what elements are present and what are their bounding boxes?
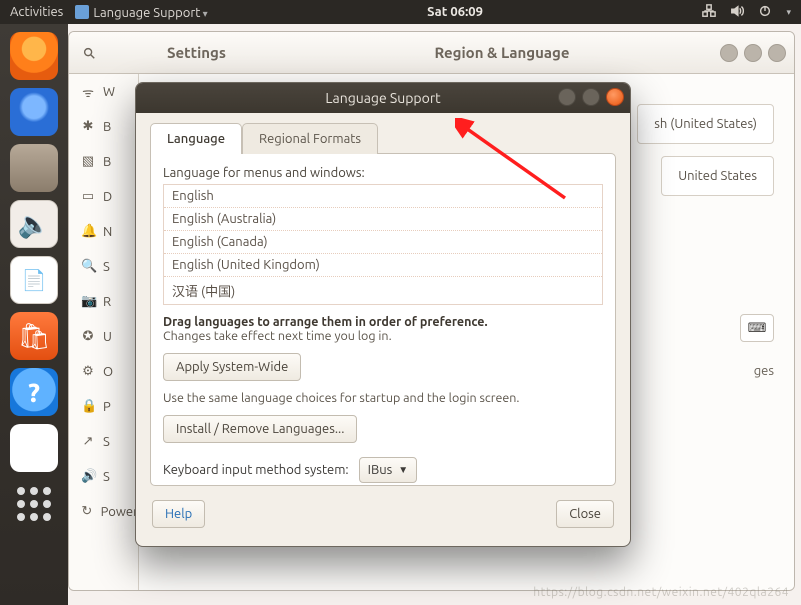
watermark: https://blog.csdn.net/weixin.net/402qla2…	[533, 586, 789, 599]
dialog-minimize-button[interactable]	[558, 88, 576, 106]
dialog-close-button[interactable]	[606, 88, 624, 106]
sharing-icon: ↗	[81, 434, 95, 449]
chevron-down-icon: ▼	[398, 464, 408, 476]
sidebar-item[interactable]: ▧B	[69, 144, 138, 179]
language-support-dialog: Language Support Language Regional Forma…	[135, 82, 631, 547]
dock-help[interactable]: ?	[10, 368, 58, 416]
region-icon: 📷	[81, 294, 95, 309]
privacy-icon: 🔒	[81, 399, 95, 414]
tab-language-panel: Language for menus and windows: English …	[150, 153, 616, 486]
language-item[interactable]: English (Australia)	[164, 208, 602, 231]
dock-amazon[interactable]: a	[10, 424, 58, 472]
sidebar-item[interactable]: 🔔N	[69, 214, 138, 249]
language-row[interactable]: sh (United States)	[637, 104, 774, 144]
keyboard-icon: ⌨	[748, 321, 767, 336]
gnome-topbar: Activities Language Support Sat 06:09 ▾	[0, 0, 801, 24]
dialog-title: Language Support	[325, 90, 440, 106]
sidebar-item[interactable]: ⚙O	[69, 354, 138, 389]
sidebar-item[interactable]: 🔊S	[69, 459, 138, 494]
dock-thunderbird[interactable]	[10, 88, 58, 136]
settings-panel-title: Region & Language	[284, 44, 720, 61]
settings-maximize-button[interactable]	[744, 44, 762, 62]
sidebar-item[interactable]: ᯤW	[69, 74, 138, 109]
dialog-titlebar[interactable]: Language Support	[136, 83, 630, 113]
clock[interactable]: Sat 06:09	[208, 5, 703, 19]
kims-label: Keyboard input method system:	[163, 463, 349, 477]
drag-hint: Drag languages to arrange them in order …	[163, 315, 603, 343]
formats-row[interactable]: United States	[661, 156, 774, 196]
kims-select[interactable]: IBus ▼	[359, 457, 418, 483]
notifications-icon: 🔔	[81, 224, 95, 239]
activities-button[interactable]: Activities	[10, 5, 63, 19]
dock-files[interactable]	[10, 144, 58, 192]
dock-show-apps[interactable]	[10, 480, 58, 528]
sidebar-item[interactable]: ✪U	[69, 319, 138, 354]
dock-libreoffice[interactable]: 📄	[10, 256, 58, 304]
settings-minimize-button[interactable]	[720, 44, 738, 62]
tab-regional-formats[interactable]: Regional Formats	[242, 123, 378, 154]
sidebar-item[interactable]: ↗S	[69, 424, 138, 459]
wifi-icon: ᯤ	[81, 83, 95, 101]
settings-close-button[interactable]	[768, 44, 786, 62]
sidebar-item[interactable]: ↻Power	[69, 494, 138, 529]
app-menu[interactable]: Language Support	[75, 5, 207, 20]
search-icon: 🔍	[81, 259, 95, 274]
background-icon: ▧	[81, 154, 95, 169]
sidebar-item[interactable]: 📷R	[69, 284, 138, 319]
settings-search-button[interactable]	[69, 46, 109, 60]
power-cat-icon: ↻	[81, 504, 93, 519]
settings-title: Settings	[109, 44, 284, 61]
help-button[interactable]: Help	[152, 500, 205, 528]
sidebar-item[interactable]: 🔍S	[69, 249, 138, 284]
dock-icon: ▭	[81, 189, 95, 204]
language-item[interactable]: English (United Kingdom)	[164, 254, 602, 277]
dock-software[interactable]: 🛍	[10, 312, 58, 360]
sound-icon: 🔊	[81, 469, 95, 484]
menus-windows-label: Language for menus and windows:	[163, 166, 603, 180]
dialog-tabs: Language Regional Formats	[150, 123, 616, 154]
apply-hint: Use the same language choices for startu…	[163, 391, 519, 405]
volume-icon[interactable]	[730, 4, 744, 21]
network-icon[interactable]	[702, 4, 716, 21]
manage-languages-partial[interactable]: ges	[754, 364, 774, 378]
tab-language[interactable]: Language	[150, 123, 242, 154]
online-icon: ⚙	[81, 364, 95, 379]
sidebar-item[interactable]: ✱B	[69, 109, 138, 144]
close-button[interactable]: Close	[556, 500, 614, 528]
launcher-dock: 🔈 📄 🛍 ? a	[0, 24, 68, 605]
sidebar-item[interactable]: 🔒P	[69, 389, 138, 424]
power-icon[interactable]	[758, 4, 772, 21]
keyboard-osd-button[interactable]: ⌨	[740, 314, 774, 342]
apply-system-wide-button[interactable]: Apply System-Wide	[163, 353, 301, 381]
language-list[interactable]: English English (Australia) English (Can…	[163, 184, 603, 305]
language-item[interactable]: English (Canada)	[164, 231, 602, 254]
sidebar-item[interactable]: ▭D	[69, 179, 138, 214]
language-item[interactable]: 汉语 (中国)	[164, 277, 602, 304]
dock-firefox[interactable]	[10, 32, 58, 80]
dock-rhythmbox[interactable]: 🔈	[10, 200, 58, 248]
bluetooth-icon: ✱	[81, 119, 95, 134]
settings-sidebar: ᯤW ✱B ▧B ▭D 🔔N 🔍S 📷R ✪U ⚙O 🔒P ↗S 🔊S ↻Pow…	[69, 74, 139, 590]
system-chevron-icon: ▾	[786, 7, 791, 18]
app-menu-icon	[75, 5, 89, 19]
install-remove-languages-button[interactable]: Install / Remove Languages...	[163, 415, 357, 443]
language-item[interactable]: English	[164, 185, 602, 208]
dialog-maximize-button[interactable]	[582, 88, 600, 106]
settings-headerbar: Settings Region & Language	[69, 32, 794, 74]
universal-icon: ✪	[81, 329, 95, 344]
